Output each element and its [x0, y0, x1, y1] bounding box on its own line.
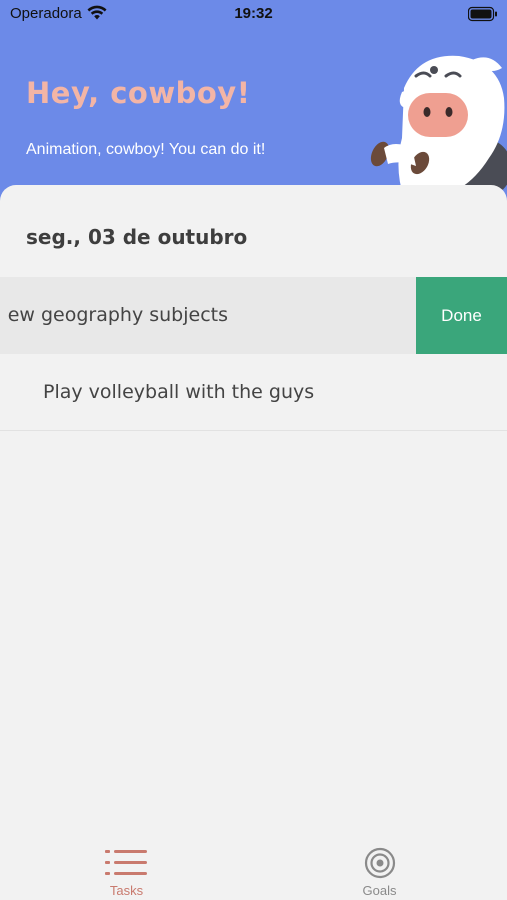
tab-goals[interactable]: Goals — [253, 825, 506, 900]
status-bar: Operadora 19:32 — [0, 0, 507, 28]
tasks-sheet: seg., 03 de outubro ew geography subject… — [0, 185, 507, 900]
target-icon — [364, 847, 395, 879]
tab-tasks[interactable]: Tasks — [0, 825, 253, 900]
battery-icon — [468, 6, 497, 22]
cow-mascot-illustration — [370, 55, 507, 198]
greeting-title: Hey, cowboy! — [26, 76, 251, 110]
done-swipe-button[interactable]: Done — [416, 277, 507, 354]
task-label: Play volleyball with the guys — [43, 381, 315, 403]
task-label: ew geography subjects — [7, 304, 228, 326]
tab-tasks-label: Tasks — [109, 883, 144, 898]
tab-bar: Tasks Goals — [0, 825, 507, 900]
tab-goals-label: Goals — [362, 883, 397, 898]
greeting-subtitle: Animation, cowboy! You can do it! — [26, 141, 266, 158]
list-icon — [104, 850, 147, 875]
task-row[interactable]: Play volleyball with the guys — [0, 354, 507, 431]
date-heading: seg., 03 de outubro — [26, 225, 248, 249]
clock-label: 19:32 — [234, 5, 273, 22]
task-row[interactable]: ew geography subjects Done — [0, 277, 507, 354]
